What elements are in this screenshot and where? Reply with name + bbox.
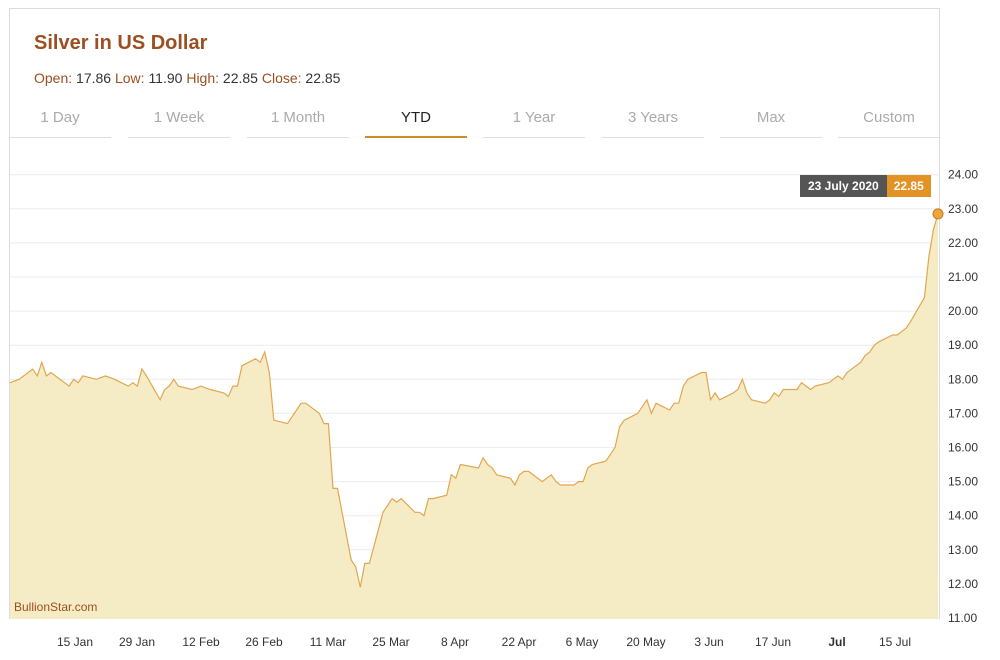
x-tick-label: 17 Jun — [755, 635, 791, 649]
y-tick-label: 12.00 — [948, 577, 978, 591]
x-tick-label: 8 Apr — [441, 635, 469, 649]
price-chart: 11.00 12.00 13.00 14.00 15.00 16.00 17.00 18.00… — [9, 168, 978, 649]
x-tick-label: 3 Jun — [694, 635, 723, 649]
y-tick-label: 23.00 — [948, 202, 978, 216]
y-tick-label: 21.00 — [948, 270, 978, 284]
x-tick-label: 22 Apr — [502, 635, 537, 649]
watermark: BullionStar.com — [14, 600, 98, 614]
y-tick-label: 15.00 — [948, 475, 978, 489]
x-tick-label: 12 Feb — [182, 635, 220, 649]
y-tick-label: 16.00 — [948, 441, 978, 455]
x-tick-label: 26 Feb — [245, 635, 283, 649]
y-tick-label: 20.00 — [948, 304, 978, 318]
last-price-marker[interactable] — [932, 208, 944, 220]
tooltip-value: 22.85 — [886, 175, 931, 197]
x-tick-label: Jul — [828, 635, 845, 649]
x-tick-label: 29 Jan — [119, 635, 155, 649]
x-axis: 15 Jan 29 Jan 12 Feb 26 Feb 11 Mar 25 Mar 8 Ap… — [57, 635, 911, 649]
price-tooltip: 23 July 2020 22.85 — [800, 175, 931, 197]
x-tick-label: 20 May — [626, 635, 665, 649]
y-tick-label: 11.00 — [948, 611, 977, 625]
y-tick-label: 22.00 — [948, 236, 978, 250]
x-tick-label: 15 Jul — [879, 635, 911, 649]
x-tick-label: 25 Mar — [372, 635, 409, 649]
x-tick-label: 6 May — [566, 635, 599, 649]
y-tick-label: 24.00 — [948, 168, 978, 182]
y-tick-label: 13.00 — [948, 543, 978, 557]
y-tick-label: 18.00 — [948, 372, 978, 386]
y-tick-label: 14.00 — [948, 509, 978, 523]
y-tick-label: 17.00 — [948, 406, 978, 420]
tooltip-date: 23 July 2020 — [800, 175, 887, 197]
x-tick-label: 15 Jan — [57, 635, 93, 649]
y-tick-label: 19.00 — [948, 338, 978, 352]
price-area-fill — [10, 213, 938, 619]
y-axis: 11.00 12.00 13.00 14.00 15.00 16.00 17.00 18.00… — [948, 168, 978, 625]
x-tick-label: 11 Mar — [310, 635, 346, 649]
